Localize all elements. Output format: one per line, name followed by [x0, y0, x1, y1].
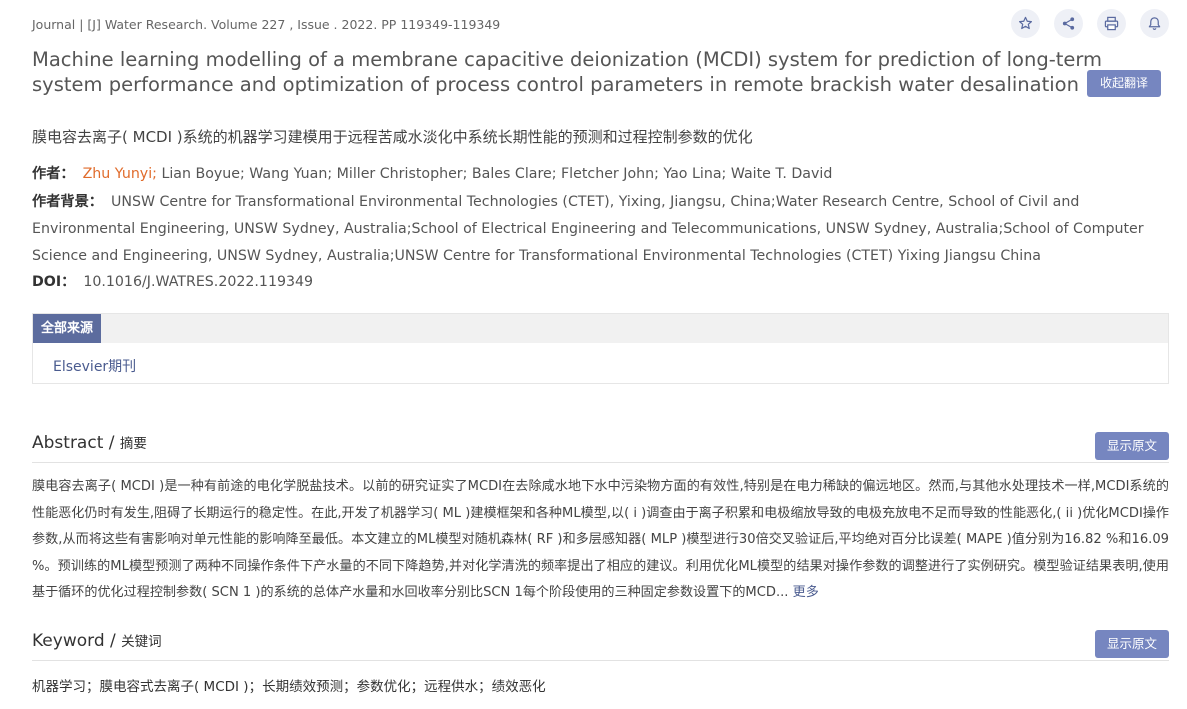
- author-first[interactable]: Zhu Yunyi;: [83, 166, 157, 182]
- share-button[interactable]: [1054, 9, 1083, 38]
- show-original-keyword-button[interactable]: 显示原文: [1095, 630, 1169, 658]
- abstract-text: 膜电容去离子( MCDI )是一种有前途的电化学脱盐技术。以前的研究证实了MCD…: [32, 479, 1169, 600]
- authors-rest: Lian Boyue; Wang Yuan; Miller Christophe…: [156, 166, 833, 182]
- authors-row: 作者： Zhu Yunyi; Lian Boyue; Wang Yuan; Mil…: [32, 163, 1169, 183]
- tab-all-sources[interactable]: 全部来源: [33, 314, 102, 343]
- divider: [32, 462, 1169, 463]
- abstract-heading: Abstract / 摘要: [32, 433, 147, 453]
- doi-value[interactable]: 10.1016/J.WATRES.2022.119349: [83, 274, 313, 290]
- notify-button[interactable]: [1140, 9, 1169, 38]
- collapse-translation-button[interactable]: 收起翻译: [1086, 70, 1161, 97]
- meta-rest: Volume 227 , Issue . 2022. PP 119349-119…: [207, 17, 501, 32]
- affiliation-label: 作者背景：: [32, 194, 103, 210]
- bell-icon: [1148, 17, 1161, 30]
- journal-link[interactable]: Water Research.: [105, 17, 207, 32]
- print-icon: [1104, 16, 1119, 31]
- show-original-abstract-button[interactable]: 显示原文: [1095, 432, 1169, 460]
- favorite-button[interactable]: [1011, 9, 1040, 38]
- share-icon: [1062, 17, 1075, 30]
- affiliation-text: UNSW Centre for Transformational Environ…: [32, 194, 1144, 264]
- title-en: Machine learning modelling of a membrane…: [32, 48, 1103, 96]
- title-translation: 膜电容去离子( MCDI )系统的机器学习建模用于远程苦咸水淡化中系统长期性能的…: [32, 128, 753, 146]
- action-bar: [1011, 9, 1169, 38]
- more-link[interactable]: 更多: [793, 585, 819, 600]
- keywords-list: 机器学习；膜电容式去离子( MCDI )；长期绩效预测；参数优化；远程供水；绩效…: [32, 679, 546, 695]
- divider: [32, 660, 1169, 661]
- affiliation-row: 作者背景： UNSW Centre for Transformational En…: [32, 189, 1169, 270]
- doi-label: DOI：: [32, 274, 76, 290]
- authors-label: 作者：: [32, 166, 75, 182]
- star-icon: [1018, 16, 1033, 30]
- keyword-heading: Keyword / 关键词: [32, 631, 162, 651]
- sources-panel: 全部来源 Elsevier期刊: [32, 313, 1169, 384]
- sources-tabs: 全部来源: [33, 314, 1168, 343]
- doi-row: DOI： 10.1016/J.WATRES.2022.119349: [32, 271, 1169, 291]
- print-button[interactable]: [1097, 9, 1126, 38]
- journal-meta: Journal | [J] Water Research. Volume 227…: [32, 17, 500, 32]
- source-link[interactable]: Elsevier期刊: [53, 356, 136, 376]
- article-title: Machine learning modelling of a membrane…: [32, 47, 1169, 99]
- meta-prefix: Journal | [J]: [32, 17, 105, 32]
